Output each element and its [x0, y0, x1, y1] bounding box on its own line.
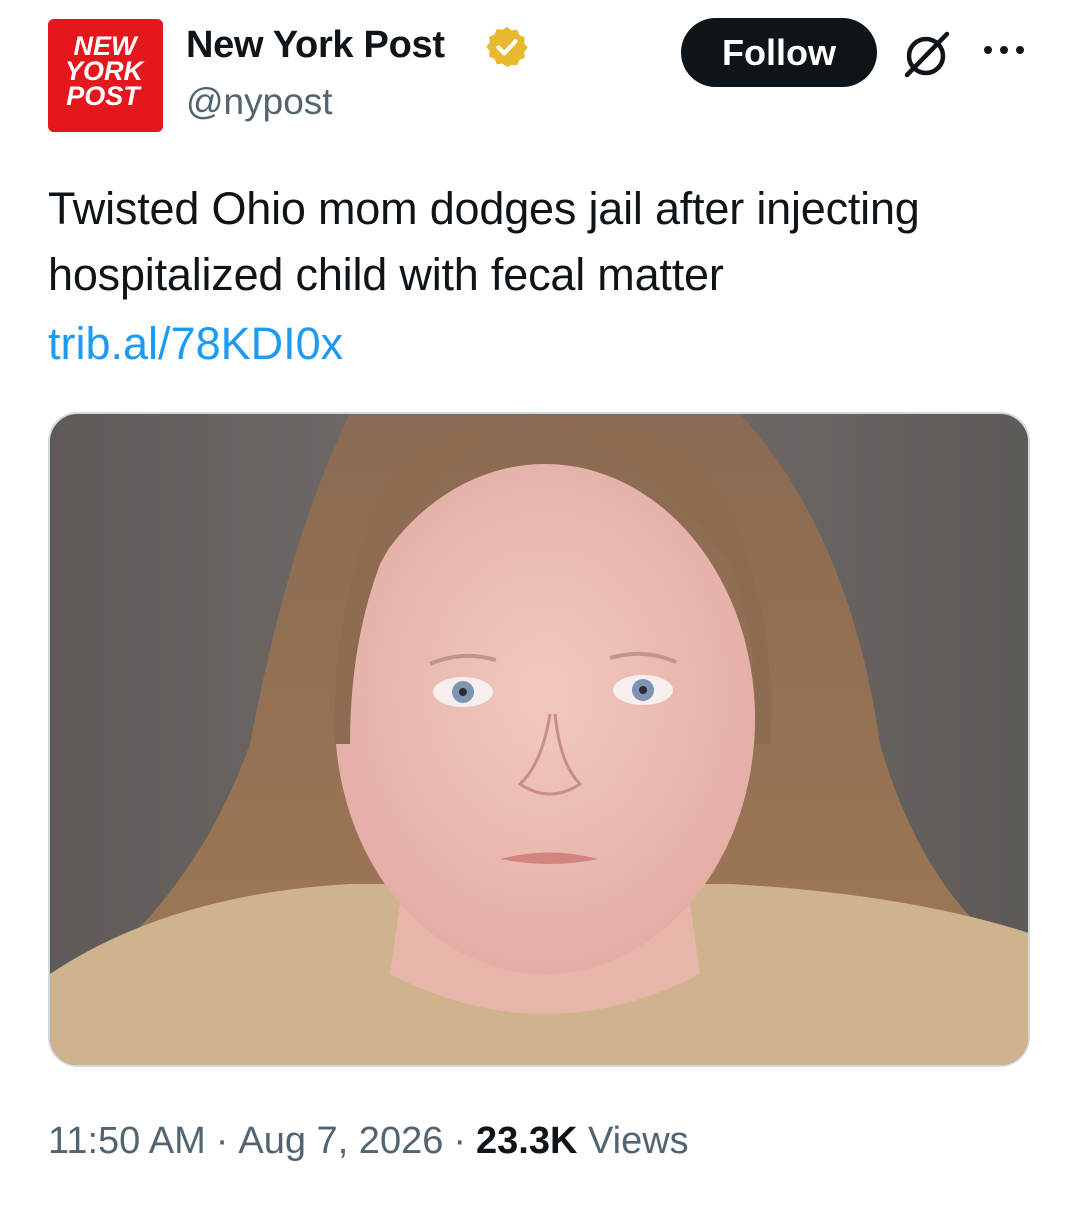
portrait-image	[50, 414, 1028, 1065]
tweet-link[interactable]: trib.al/78KDI0x	[48, 314, 343, 374]
grok-icon[interactable]	[897, 25, 955, 83]
views-label: Views	[587, 1120, 689, 1162]
avatar[interactable]: NEW YORK POST	[48, 19, 163, 132]
tweet-meta: 11:50 AM · Aug 7, 2026 · 23.3K Views	[48, 1115, 689, 1167]
logo-line-3: POST	[66, 81, 142, 111]
views-count: 23.3K	[476, 1120, 578, 1162]
meta-separator: ·	[215, 1120, 229, 1162]
tweet-time[interactable]: 11:50 AM	[48, 1120, 206, 1162]
verified-badge-icon[interactable]	[484, 24, 530, 70]
meta-separator: ·	[453, 1120, 467, 1162]
tweet-photo[interactable]	[48, 412, 1030, 1067]
handle[interactable]: @nypost	[186, 79, 333, 125]
follow-button[interactable]: Follow	[681, 18, 877, 87]
tweet-text: Twisted Ohio mom dodges jail after injec…	[48, 183, 920, 300]
more-dots-icon[interactable]	[978, 28, 1030, 72]
tweet-date[interactable]: Aug 7, 2026	[238, 1120, 443, 1162]
nypost-logo: NEW YORK POST	[48, 19, 163, 132]
display-name[interactable]: New York Post	[186, 21, 445, 69]
